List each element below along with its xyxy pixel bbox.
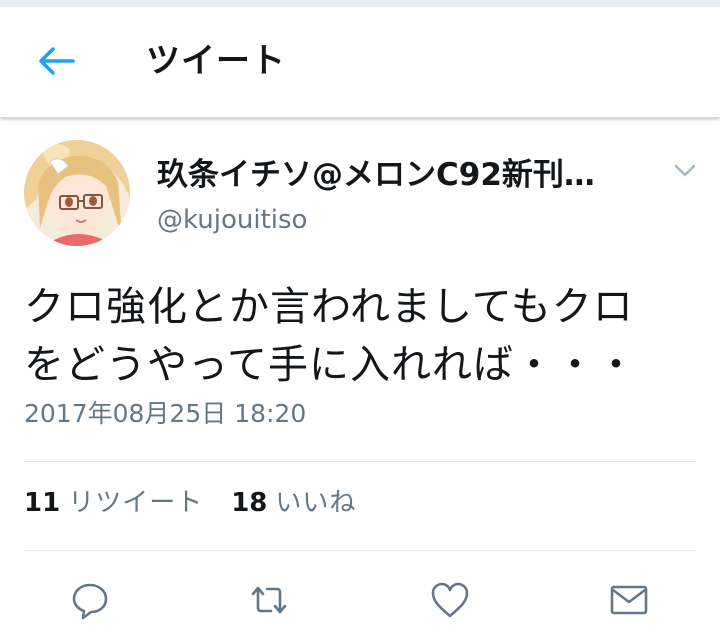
page-title: ツイート: [146, 41, 286, 81]
tweet-text: クロ強化とか言われましてもクロ をどうやって手に入れれば・・・: [24, 278, 704, 394]
divider: [24, 550, 696, 551]
retweet-count: 11: [24, 488, 61, 518]
like-label: いいね: [275, 488, 357, 518]
back-arrow-icon: [39, 47, 75, 75]
envelope-icon: [610, 585, 648, 615]
retweet-count-link[interactable]: 11 リツイート: [24, 489, 203, 518]
retweet-button[interactable]: [247, 578, 291, 622]
like-count: 18: [231, 488, 268, 518]
tweet-text-line: をどうやって手に入れれば・・・: [24, 342, 637, 388]
avatar-image: [24, 140, 130, 246]
tweet-text-line: クロ強化とか言われましてもクロ: [24, 284, 634, 330]
avatar[interactable]: [24, 140, 130, 246]
user-handle[interactable]: @kujouitiso: [157, 206, 307, 235]
back-button[interactable]: [30, 37, 82, 85]
tweet-timestamp: 2017年08月25日 18:20: [24, 399, 307, 428]
reply-button[interactable]: [68, 578, 112, 622]
chevron-down-icon: [674, 164, 696, 177]
more-options-button[interactable]: [670, 158, 700, 182]
status-bar: [0, 0, 720, 7]
retweet-icon: [251, 586, 287, 614]
retweet-label: リツイート: [68, 488, 204, 518]
like-button[interactable]: [428, 578, 472, 622]
display-name[interactable]: 玖条イチソ@メロンC92新刊…: [157, 158, 595, 192]
direct-message-button[interactable]: [607, 578, 651, 622]
divider: [24, 461, 696, 462]
like-count-link[interactable]: 18 いいね: [231, 489, 356, 518]
heart-icon: [431, 582, 469, 618]
reply-icon: [72, 583, 108, 620]
tweet-stats: 11 リツイート 18 いいね: [24, 489, 356, 518]
app-header: ツイート: [0, 7, 720, 118]
